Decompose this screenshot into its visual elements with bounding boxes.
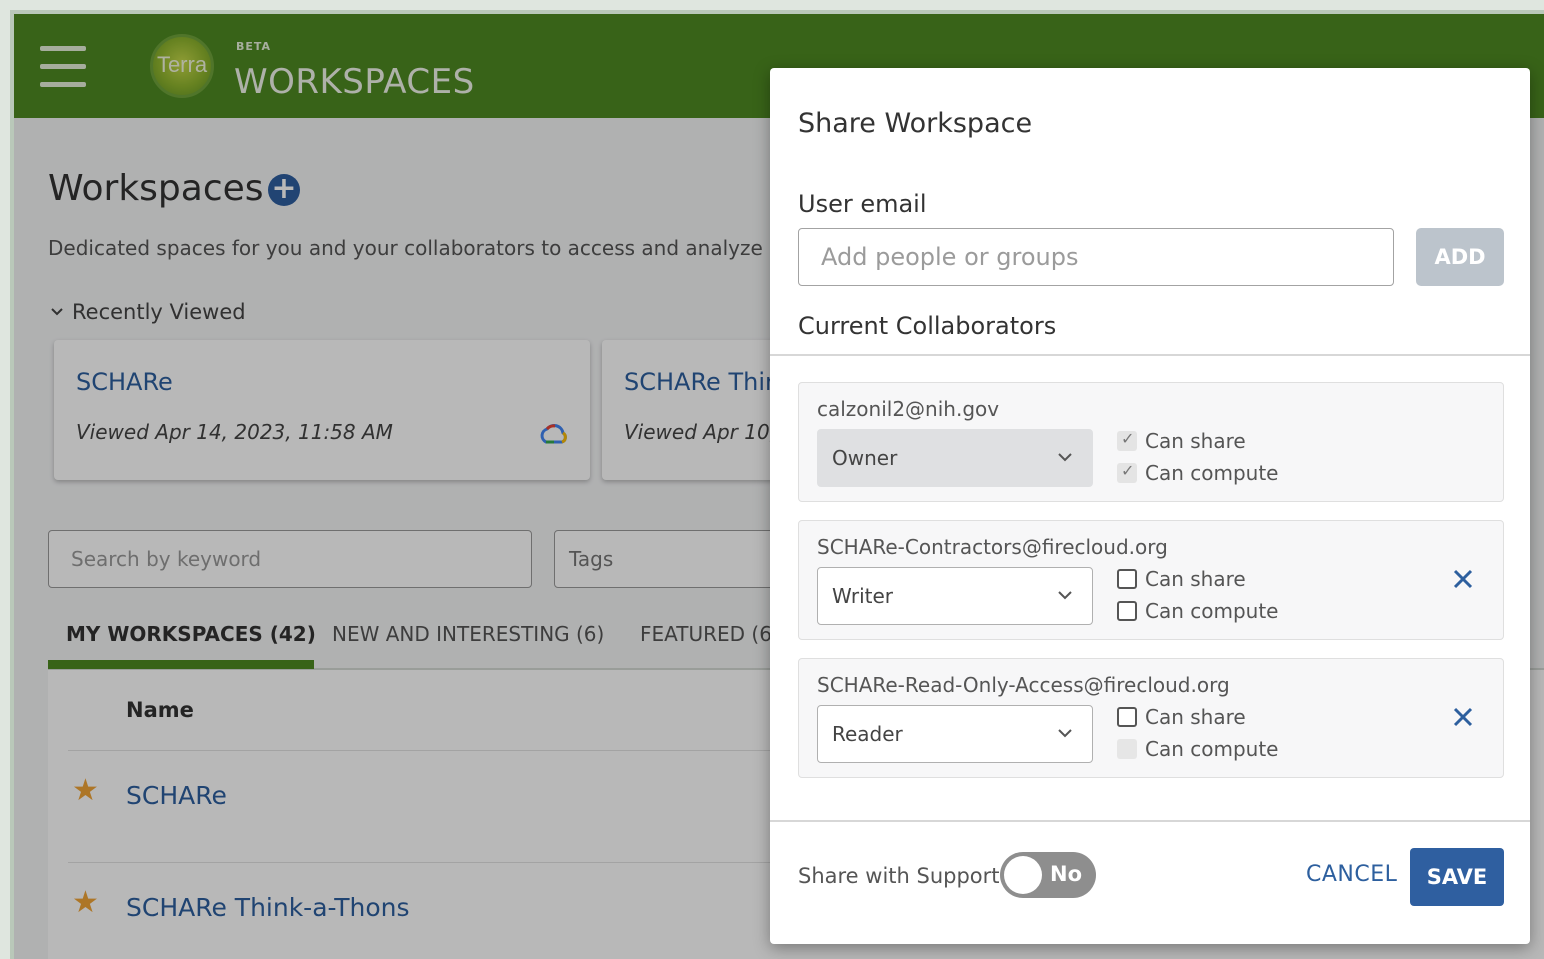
collaborator-card: SCHARe-Contractors@firecloud.org Writer … bbox=[798, 520, 1504, 640]
close-icon[interactable] bbox=[1449, 703, 1477, 731]
collaborators-divider bbox=[770, 354, 1530, 356]
share-with-support-label: Share with Support bbox=[798, 864, 1000, 888]
can-share-checkbox[interactable]: Can share bbox=[1117, 705, 1246, 729]
can-share-label: Can share bbox=[1145, 429, 1246, 453]
checkbox-icon[interactable] bbox=[1117, 601, 1137, 621]
can-share-checkbox: Can share bbox=[1117, 429, 1246, 453]
footer-divider bbox=[770, 820, 1530, 822]
can-compute-checkbox[interactable]: Can compute bbox=[1117, 599, 1279, 623]
current-collaborators-heading: Current Collaborators bbox=[798, 312, 1057, 340]
save-button[interactable]: SAVE bbox=[1410, 848, 1504, 906]
cancel-button[interactable]: CANCEL bbox=[1306, 862, 1397, 887]
close-icon[interactable] bbox=[1449, 565, 1477, 593]
user-email-label: User email bbox=[798, 190, 927, 218]
share-with-support-toggle[interactable]: No bbox=[1000, 852, 1096, 898]
user-email-input[interactable] bbox=[798, 228, 1394, 286]
collaborator-email: SCHARe-Contractors@firecloud.org bbox=[817, 535, 1168, 559]
add-button[interactable]: ADD bbox=[1416, 228, 1504, 286]
can-share-label: Can share bbox=[1145, 567, 1246, 591]
toggle-state-label: No bbox=[1050, 862, 1083, 886]
collaborator-card: SCHARe-Read-Only-Access@firecloud.org Re… bbox=[798, 658, 1504, 778]
modal-title: Share Workspace bbox=[798, 108, 1033, 139]
can-compute-label: Can compute bbox=[1145, 461, 1279, 485]
chevron-down-icon bbox=[1058, 729, 1072, 738]
can-compute-checkbox: Can compute bbox=[1117, 737, 1279, 761]
chevron-down-icon bbox=[1058, 591, 1072, 600]
checkbox-checked-icon bbox=[1117, 461, 1137, 483]
checkbox-disabled-icon bbox=[1117, 739, 1137, 759]
can-compute-label: Can compute bbox=[1145, 599, 1279, 623]
app-frame: Terra BETA WORKSPACES Workspaces + Dedic… bbox=[10, 10, 1544, 959]
role-value: Writer bbox=[832, 584, 894, 608]
checkbox-checked-icon bbox=[1117, 429, 1137, 451]
role-value: Reader bbox=[832, 722, 903, 746]
collaborator-email: SCHARe-Read-Only-Access@firecloud.org bbox=[817, 673, 1230, 697]
can-share-label: Can share bbox=[1145, 705, 1246, 729]
share-workspace-modal: Share Workspace User email ADD Current C… bbox=[770, 68, 1530, 944]
collaborator-card: calzonil2@nih.gov Owner Can share Can co… bbox=[798, 382, 1504, 502]
collaborator-email: calzonil2@nih.gov bbox=[817, 397, 1000, 421]
checkbox-icon[interactable] bbox=[1117, 707, 1137, 727]
can-share-checkbox[interactable]: Can share bbox=[1117, 567, 1246, 591]
role-select[interactable]: Writer bbox=[817, 567, 1093, 625]
chevron-down-icon bbox=[1058, 453, 1072, 462]
can-compute-checkbox: Can compute bbox=[1117, 461, 1279, 485]
role-select: Owner bbox=[817, 429, 1093, 487]
toggle-knob bbox=[1004, 856, 1042, 894]
role-select[interactable]: Reader bbox=[817, 705, 1093, 763]
checkbox-icon[interactable] bbox=[1117, 569, 1137, 589]
role-value: Owner bbox=[832, 446, 898, 470]
can-compute-label: Can compute bbox=[1145, 737, 1279, 761]
